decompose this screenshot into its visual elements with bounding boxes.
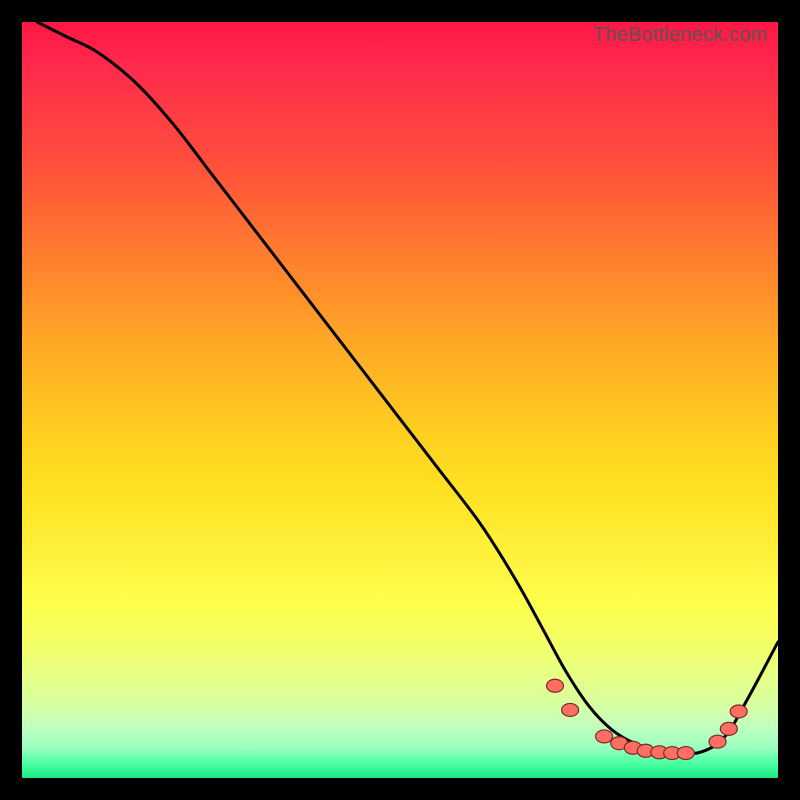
curve-layer	[22, 22, 778, 778]
marker-dot	[720, 722, 737, 735]
marker-dot	[546, 679, 563, 692]
main-curve	[37, 22, 778, 754]
marker-dot	[730, 705, 747, 718]
marker-dot	[677, 747, 694, 760]
chart-frame: TheBottleneck.com	[0, 0, 800, 800]
marker-dot	[562, 703, 579, 716]
marker-dot	[709, 735, 726, 748]
marker-dot	[596, 730, 613, 743]
plot-area: TheBottleneck.com	[22, 22, 778, 778]
